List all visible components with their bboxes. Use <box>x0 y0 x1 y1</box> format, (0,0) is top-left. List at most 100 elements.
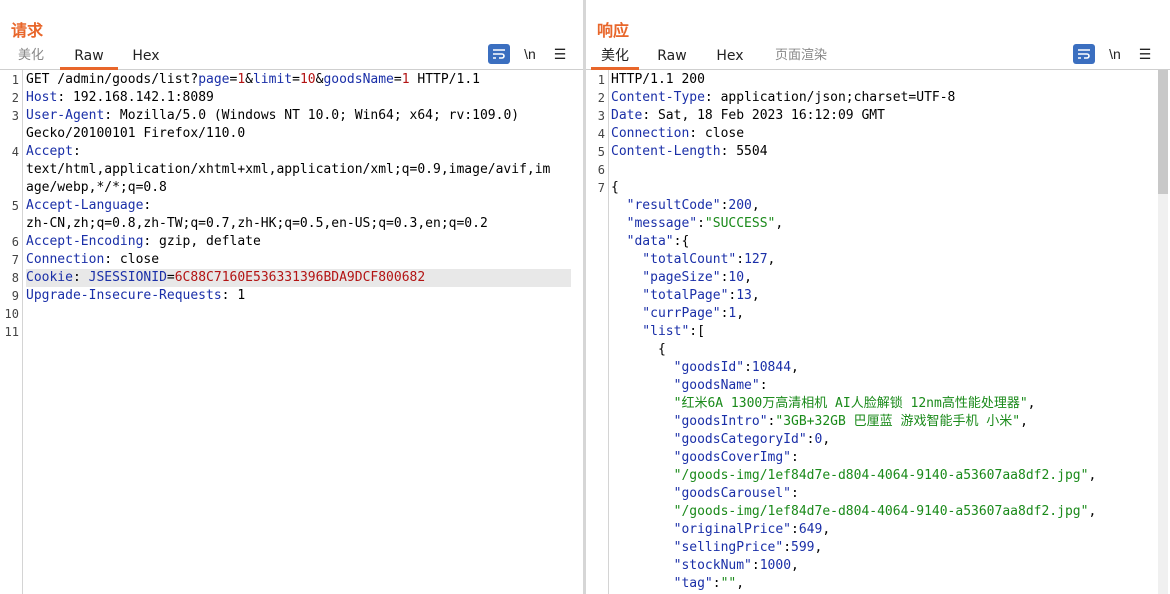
code-line[interactable]: Cookie: JSESSIONID=6C88C7160E536331396BD… <box>26 269 571 287</box>
code-token: "goodsId" <box>611 360 745 375</box>
request-newline-button[interactable]: \n <box>519 44 541 64</box>
code-line[interactable]: "goodsCarousel": <box>611 485 1156 503</box>
code-line[interactable] <box>26 323 571 341</box>
code-line[interactable]: "totalPage":13, <box>611 287 1156 305</box>
code-token: = <box>292 72 300 87</box>
code-line[interactable]: zh-CN,zh;q=0.8,zh-TW;q=0.7,zh-HK;q=0.5,e… <box>26 215 571 233</box>
code-token: "goodsIntro" <box>611 414 768 429</box>
code-line[interactable]: "pageSize":10, <box>611 269 1156 287</box>
code-token: "message" <box>611 216 698 231</box>
code-line[interactable]: HTTP/1.1 200 <box>611 71 1156 89</box>
code-line[interactable]: Accept-Language: <box>26 197 571 215</box>
code-token: "totalPage" <box>611 288 729 303</box>
code-token: page <box>198 72 230 87</box>
tab-response-raw[interactable]: Raw <box>650 43 694 69</box>
code-token: 200 <box>728 198 752 213</box>
response-scroll-thumb[interactable] <box>1158 70 1168 194</box>
tab-response-hex[interactable]: Hex <box>708 43 752 69</box>
code-token: zh-CN,zh;q=0.8,zh-TW;q=0.7,zh-HK;q=0.5,e… <box>26 216 488 231</box>
code-token: = <box>166 270 175 285</box>
code-token: : <box>712 576 721 591</box>
code-token: "resultCode" <box>611 198 721 213</box>
line-number <box>586 197 605 215</box>
code-line[interactable]: User-Agent: Mozilla/5.0 (Windows NT 10.0… <box>26 107 571 125</box>
tab-request-hex[interactable]: Hex <box>124 43 168 69</box>
code-line[interactable]: "goodsIntro":"3GB+32GB 巴厘蓝 游戏智能手机 小米", <box>611 413 1156 431</box>
code-token: : <box>783 540 792 555</box>
code-line[interactable]: "data":{ <box>611 233 1156 251</box>
code-line[interactable]: "currPage":1, <box>611 305 1156 323</box>
code-line[interactable]: "list":[ <box>611 323 1156 341</box>
code-line[interactable]: "goodsCoverImg": <box>611 449 1156 467</box>
code-token: GET /admin/goods/list? <box>26 72 199 87</box>
code-line[interactable]: Accept: <box>26 143 571 161</box>
code-line[interactable]: "resultCode":200, <box>611 197 1156 215</box>
code-line[interactable]: { <box>611 341 1156 359</box>
code-token: : <box>791 486 799 501</box>
code-line[interactable]: "stockNum":1000, <box>611 557 1156 575</box>
code-line[interactable] <box>611 161 1156 179</box>
code-line[interactable]: Upgrade-Insecure-Requests: 1 <box>26 287 571 305</box>
code-token: 13 <box>736 288 752 303</box>
code-line[interactable]: Connection: close <box>26 251 571 269</box>
response-menu-icon[interactable]: ☰ <box>1134 44 1156 64</box>
code-line[interactable]: Gecko/20100101 Firefox/110.0 <box>26 125 571 143</box>
tab-request-raw[interactable]: Raw <box>60 43 118 70</box>
code-token: Content-Length <box>611 144 721 159</box>
code-line[interactable]: "goodsCategoryId":0, <box>611 431 1156 449</box>
code-line[interactable] <box>26 305 571 323</box>
code-token: "goodsCarousel" <box>611 486 792 501</box>
tab-response-pretty[interactable]: 美化 <box>591 43 639 70</box>
response-editor[interactable]: 1 2 3 4 5 6 7 HTTP/1.1 200 Content-Type: applic… <box>586 70 1170 594</box>
code-line[interactable]: "tag":"", <box>611 575 1156 593</box>
request-title: 请求 <box>11 21 44 40</box>
tab-request-pretty[interactable]: 美化 <box>9 43 53 69</box>
code-line[interactable]: "红米6A 1300万高清相机 AI人脸解锁 12nm高性能处理器", <box>611 395 1156 413</box>
request-wrap-lines-button[interactable] <box>488 44 510 64</box>
request-menu-icon[interactable]: ☰ <box>549 44 571 64</box>
line-number <box>0 161 19 179</box>
code-line[interactable]: "sellingPrice":599, <box>611 539 1156 557</box>
code-token: : close <box>104 252 160 267</box>
code-token: : <box>759 378 768 393</box>
response-wrap-lines-button[interactable] <box>1073 44 1095 64</box>
code-line[interactable]: "message":"SUCCESS", <box>611 215 1156 233</box>
code-token: "originalPrice" <box>611 522 792 537</box>
code-line[interactable]: Date: Sat, 18 Feb 2023 16:12:09 GMT <box>611 107 1156 125</box>
code-line[interactable]: Connection: close <box>611 125 1156 143</box>
response-scrollbar[interactable] <box>1158 70 1168 594</box>
code-line[interactable]: Content-Type: application/json;charset=U… <box>611 89 1156 107</box>
code-token: { <box>611 342 666 357</box>
code-line[interactable]: { <box>611 179 1156 197</box>
request-editor[interactable]: 1 2 3 4 5 6 7 8 9 10 11 GET /admin/goods/list?page… <box>0 70 583 594</box>
code-line[interactable]: age/webp,*/*;q=0.8 <box>26 179 571 197</box>
code-token: text/html,application/xhtml+xml,applicat… <box>26 162 551 177</box>
code-line[interactable]: "goodsName": <box>611 377 1156 395</box>
line-number: 6 <box>11 235 19 249</box>
code-line[interactable]: "goodsId":10844, <box>611 359 1156 377</box>
code-line[interactable]: "/goods-img/1ef84d7e-d804-4064-9140-a536… <box>611 503 1156 521</box>
code-token: "list" <box>611 324 690 339</box>
line-number <box>586 323 605 341</box>
line-number: 5 <box>597 145 605 159</box>
code-line[interactable]: Accept-Encoding: gzip, deflate <box>26 233 571 251</box>
code-line[interactable]: GET /admin/goods/list?page=1&limit=10&go… <box>26 71 571 89</box>
code-line[interactable]: "totalCount":127, <box>611 251 1156 269</box>
code-line[interactable]: "originalPrice":649, <box>611 521 1156 539</box>
line-number: 1 <box>597 73 605 87</box>
code-line[interactable]: Host: 192.168.142.1:8089 <box>26 89 571 107</box>
code-token: JSESSIONID <box>88 270 167 285</box>
code-line[interactable]: text/html,application/xhtml+xml,applicat… <box>26 161 571 179</box>
code-line[interactable]: Content-Length: 5504 <box>611 143 1156 161</box>
response-title: 响应 <box>597 21 630 40</box>
code-token: 10 <box>299 72 316 87</box>
line-number <box>586 413 605 431</box>
request-line-gutter: 1 2 3 4 5 6 7 8 9 10 11 <box>0 70 23 594</box>
code-token: , <box>1088 504 1097 519</box>
code-line[interactable]: "/goods-img/1ef84d7e-d804-4064-9140-a536… <box>611 467 1156 485</box>
line-number <box>0 125 19 143</box>
response-newline-button[interactable]: \n <box>1104 44 1126 64</box>
code-token: :[ <box>689 324 705 339</box>
tab-response-render[interactable]: 页面渲染 <box>768 43 834 69</box>
line-number <box>586 269 605 287</box>
